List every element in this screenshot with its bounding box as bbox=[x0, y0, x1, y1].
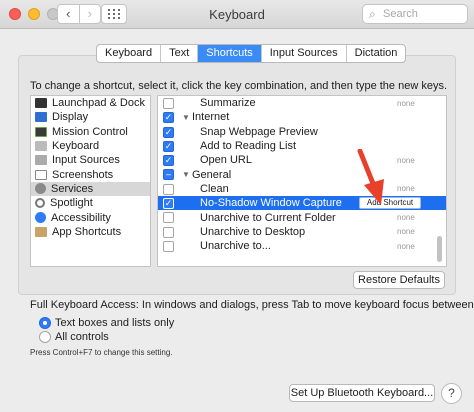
red-arrow-icon bbox=[357, 149, 384, 205]
shortcut-group-general[interactable]: – ▼ General bbox=[158, 167, 446, 181]
input-sources-icon bbox=[35, 155, 47, 166]
full-keyboard-access-label: Full Keyboard Access: In windows and dia… bbox=[30, 299, 474, 311]
shortcut-label: Unarchive to Current Folder bbox=[200, 211, 336, 224]
category-label: Input Sources bbox=[52, 154, 120, 167]
launchpad-icon bbox=[35, 98, 47, 109]
tab-keyboard[interactable]: Keyboard bbox=[97, 45, 162, 62]
search-placeholder: Search bbox=[383, 8, 418, 20]
shortcut-checkbox[interactable] bbox=[163, 183, 174, 195]
shortcut-key[interactable]: none bbox=[397, 227, 415, 236]
title-bar: ‹ › Keyboard ⌕ Search bbox=[0, 0, 474, 29]
shortcut-row-unarchive-to[interactable]: Unarchive to... none bbox=[158, 239, 446, 253]
radio-button[interactable] bbox=[39, 331, 51, 343]
shortcut-row-no-shadow-capture[interactable]: ✓ No-Shadow Window Capture Add Shortcut bbox=[158, 196, 446, 211]
shortcut-row-unarchive-current[interactable]: Unarchive to Current Folder none bbox=[158, 210, 446, 224]
radio-label: All controls bbox=[55, 331, 109, 343]
disclosure-triangle-icon[interactable]: ▼ bbox=[182, 113, 190, 122]
shortcut-checkbox[interactable] bbox=[163, 212, 174, 224]
scrollbar-thumb[interactable] bbox=[437, 236, 442, 262]
shortcut-checkbox[interactable]: ✓ bbox=[163, 198, 174, 210]
category-label: Spotlight bbox=[50, 197, 93, 210]
shortcut-checkbox[interactable]: ✓ bbox=[163, 155, 174, 167]
category-label: Display bbox=[52, 111, 89, 124]
tab-text[interactable]: Text bbox=[161, 45, 199, 62]
shortcut-label: Snap Webpage Preview bbox=[200, 125, 318, 138]
group-label: Internet bbox=[192, 111, 230, 124]
tab-shortcuts[interactable]: Shortcuts bbox=[198, 45, 262, 62]
shortcut-group-internet[interactable]: ✓ ▼ Internet bbox=[158, 110, 446, 124]
shortcut-checkbox[interactable]: ✓ bbox=[163, 140, 174, 152]
radio-all-controls[interactable]: All controls bbox=[39, 331, 109, 343]
group-label: General bbox=[192, 168, 232, 181]
category-label: App Shortcuts bbox=[52, 225, 122, 238]
category-item-input-sources[interactable]: Input Sources bbox=[31, 153, 150, 167]
category-item-app-shortcuts[interactable]: App Shortcuts bbox=[31, 225, 150, 239]
shortcut-checkbox[interactable] bbox=[163, 98, 174, 109]
group-checkbox[interactable]: ✓ bbox=[163, 112, 174, 124]
search-icon: ⌕ bbox=[369, 7, 376, 21]
gear-icon bbox=[35, 183, 46, 195]
shortcut-row-snap-webpage[interactable]: ✓ Snap Webpage Preview bbox=[158, 125, 446, 139]
category-item-display[interactable]: Display bbox=[31, 110, 150, 124]
mission-control-icon bbox=[35, 126, 47, 137]
display-icon bbox=[35, 112, 47, 123]
spotlight-icon bbox=[35, 198, 45, 209]
shortcut-row-add-reading-list[interactable]: ✓ Add to Reading List bbox=[158, 139, 446, 153]
shortcut-checkbox[interactable] bbox=[163, 240, 174, 252]
search-input[interactable]: ⌕ Search bbox=[362, 4, 468, 24]
category-list: Launchpad & Dock Display Mission Control… bbox=[30, 95, 151, 267]
category-label: Accessibility bbox=[51, 211, 111, 224]
group-checkbox[interactable]: – bbox=[163, 169, 174, 181]
app-shortcuts-icon bbox=[35, 226, 47, 237]
shortcut-key[interactable]: none bbox=[397, 213, 415, 222]
tab-bar: Keyboard Text Shortcuts Input Sources Di… bbox=[96, 44, 407, 63]
shortcut-row-summarize[interactable]: Summarize none bbox=[158, 96, 446, 110]
instructions-text: To change a shortcut, select it, click t… bbox=[30, 80, 448, 92]
screenshots-icon bbox=[35, 169, 47, 180]
category-label: Keyboard bbox=[52, 140, 100, 153]
category-item-accessibility[interactable]: Accessibility bbox=[31, 210, 150, 224]
shortcut-checkbox[interactable] bbox=[163, 226, 174, 238]
radio-button[interactable] bbox=[39, 317, 51, 329]
accessibility-icon bbox=[35, 212, 46, 224]
shortcut-row-clean[interactable]: Clean none bbox=[158, 182, 446, 196]
shortcut-key[interactable]: none bbox=[397, 99, 415, 108]
shortcut-key[interactable]: none bbox=[397, 242, 415, 251]
set-up-bluetooth-keyboard-button[interactable]: Set Up Bluetooth Keyboard... bbox=[289, 384, 435, 402]
disclosure-triangle-icon[interactable]: ▼ bbox=[182, 170, 190, 179]
shortcut-key[interactable]: none bbox=[397, 156, 415, 165]
radio-label: Text boxes and lists only bbox=[55, 317, 175, 329]
help-button[interactable]: ? bbox=[441, 383, 462, 404]
category-item-keyboard[interactable]: Keyboard bbox=[31, 139, 150, 153]
category-item-mission-control[interactable]: Mission Control bbox=[31, 125, 150, 139]
shortcut-list: Summarize none ✓ ▼ Internet ✓ Snap Webpa… bbox=[157, 95, 447, 267]
keyboard-access-note: Press Control+F7 to change this setting. bbox=[30, 348, 173, 357]
shortcut-label: Summarize bbox=[200, 97, 256, 110]
category-label: Screenshots bbox=[52, 168, 114, 181]
tab-dictation[interactable]: Dictation bbox=[347, 45, 406, 62]
category-item-screenshots[interactable]: Screenshots bbox=[31, 167, 150, 181]
category-item-services[interactable]: Services bbox=[31, 181, 150, 197]
radio-text-boxes[interactable]: Text boxes and lists only bbox=[39, 317, 174, 329]
shortcut-label: Unarchive to... bbox=[200, 240, 271, 253]
shortcut-label: Open URL bbox=[200, 154, 252, 167]
category-label: Mission Control bbox=[52, 125, 128, 138]
shortcut-label: Clean bbox=[200, 182, 229, 195]
category-label: Launchpad & Dock bbox=[52, 97, 145, 110]
category-item-spotlight[interactable]: Spotlight bbox=[31, 196, 150, 210]
category-item-launchpad-dock[interactable]: Launchpad & Dock bbox=[31, 96, 150, 110]
keyboard-icon bbox=[35, 141, 47, 152]
shortcut-row-open-url[interactable]: ✓ Open URL none bbox=[158, 153, 446, 167]
category-label: Services bbox=[51, 182, 94, 195]
shortcut-key[interactable]: none bbox=[397, 184, 415, 193]
tab-input-sources[interactable]: Input Sources bbox=[262, 45, 347, 62]
shortcut-label: Add to Reading List bbox=[200, 140, 297, 153]
shortcut-label: Unarchive to Desktop bbox=[200, 225, 306, 238]
shortcut-row-unarchive-desktop[interactable]: Unarchive to Desktop none bbox=[158, 225, 446, 239]
shortcut-checkbox[interactable]: ✓ bbox=[163, 126, 174, 138]
restore-defaults-button[interactable]: Restore Defaults bbox=[353, 271, 445, 289]
shortcut-label: No-Shadow Window Capture bbox=[200, 197, 342, 210]
